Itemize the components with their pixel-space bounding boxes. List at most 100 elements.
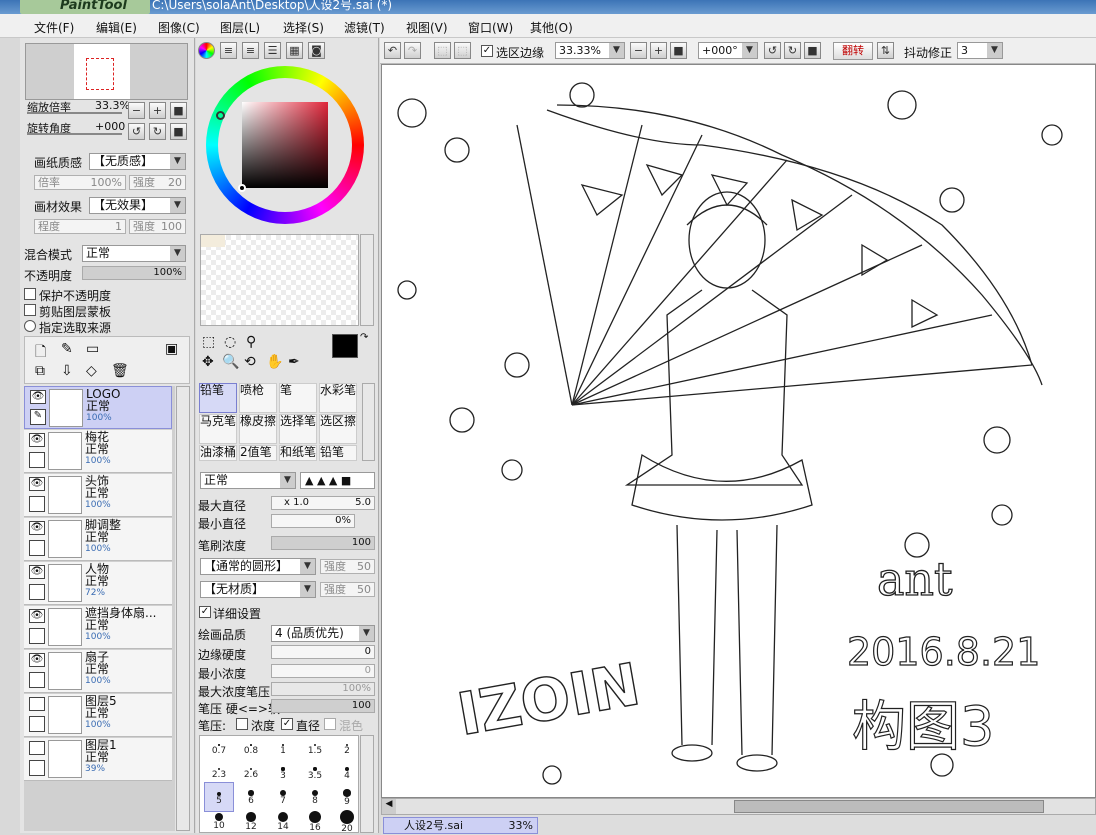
flip-button[interactable]: 翻转 (833, 42, 873, 60)
menu-other[interactable]: 其他(O) (530, 19, 573, 36)
layer-row[interactable]: 👁 梅花 正常 100% (24, 430, 172, 473)
zoom-select[interactable]: 33.33% (555, 42, 625, 59)
flip-vertical-icon[interactable]: ⇅ (877, 42, 894, 59)
protect-opacity-checkbox[interactable] (24, 288, 36, 300)
detail-checkbox[interactable]: ✓ (199, 606, 211, 618)
brush-eraser[interactable]: 橡皮擦 (239, 414, 277, 444)
menu-layer[interactable]: 图层(L) (220, 19, 260, 36)
rotate-reset-button[interactable]: ■ (170, 123, 187, 140)
selection-source-radio[interactable] (24, 320, 36, 332)
rect-select-icon[interactable]: ⬚ (202, 334, 215, 350)
layer-link-box[interactable] (29, 628, 45, 644)
color-wheel-tab-icon[interactable] (198, 42, 215, 59)
visibility-toggle[interactable] (29, 741, 45, 755)
document-tab[interactable]: 人设2号.sai 33% (383, 817, 538, 834)
brush-shape-select[interactable]: 【通常的圆形】 (200, 558, 316, 575)
layer-link-box[interactable] (29, 584, 45, 600)
invert-selection-icon[interactable]: ⬚ (454, 42, 471, 59)
brush-airbrush[interactable]: 喷枪 (239, 383, 277, 413)
menu-image[interactable]: 图像(C) (158, 19, 200, 36)
eye-icon[interactable]: 👁 (30, 390, 46, 404)
size-preset-12[interactable]: 12 (236, 806, 266, 832)
paper-texture-select[interactable]: 【无质感】 (89, 153, 186, 170)
menu-filter[interactable]: 滤镜(T) (344, 19, 385, 36)
magic-wand-icon[interactable]: ⚲ (246, 334, 256, 350)
size-preset-14[interactable]: 14 (268, 806, 298, 832)
scratchpad-tab-icon[interactable]: ◙ (308, 42, 325, 59)
scratchpad-scrollbar[interactable] (360, 234, 374, 326)
navigator-preview[interactable] (25, 43, 188, 100)
layer-row[interactable]: 👁 扇子 正常 100% (24, 650, 172, 693)
layer-link-box[interactable] (29, 716, 45, 732)
layer-list-scrollbar[interactable] (176, 386, 190, 831)
eyedropper-icon[interactable]: ✒ (288, 354, 300, 370)
brush-pencil30[interactable]: 铅笔30 (319, 445, 357, 461)
size-preset-16[interactable]: 16 (300, 806, 330, 832)
layer-link-box[interactable] (29, 540, 45, 556)
brush-mode-select[interactable]: 正常 (200, 472, 296, 489)
clear-layer-icon[interactable]: ◇ (86, 363, 97, 379)
zoom-reset-button[interactable]: ■ (170, 102, 187, 119)
drawing-canvas[interactable]: ant 2016.8.21 构图3 IZOIN (381, 64, 1096, 798)
layer-link-box[interactable] (29, 760, 45, 776)
size-preset-scrollbar[interactable] (360, 735, 374, 833)
layer-row[interactable]: 图层5 正常 100% (24, 694, 172, 737)
edge-slider[interactable]: 0 (271, 645, 375, 659)
rotate-right-button[interactable]: ↻ (149, 123, 166, 140)
swatch-tab-icon[interactable]: ☰ (264, 42, 281, 59)
scroll-thumb[interactable] (734, 800, 1044, 813)
delete-layer-icon[interactable]: 🗑 (111, 363, 129, 379)
eye-icon[interactable]: 👁 (29, 477, 45, 491)
undo-icon[interactable]: ↶ (384, 42, 401, 59)
texture-strength[interactable]: 强度 50 (320, 582, 375, 597)
hsv-slider-tab-icon[interactable]: ≡ (242, 42, 259, 59)
max-size-slider[interactable]: x 1.0 5.0 (271, 496, 375, 510)
brush-pencil[interactable]: 铅笔 (199, 383, 237, 413)
menu-file[interactable]: 文件(F) (34, 19, 74, 36)
merge-down-icon[interactable]: ⇩ (61, 363, 73, 379)
swap-colors-icon[interactable]: ↷ (360, 332, 368, 343)
brush-select-eraser[interactable]: 选区擦 (319, 414, 357, 444)
brush-grid-scrollbar[interactable] (362, 383, 375, 461)
min-size-slider[interactable]: 0% (271, 514, 355, 528)
density-slider[interactable]: 100 (271, 536, 375, 550)
pressure-slider[interactable]: 100 (271, 699, 375, 713)
paper-effect-degree[interactable]: 程度 1 (34, 219, 126, 234)
visibility-toggle[interactable] (29, 697, 45, 711)
brush-shape-buttons[interactable]: ▲ ▲ ▲ ■ (300, 472, 375, 489)
rotation-select[interactable]: +000° (698, 42, 758, 59)
layer-row[interactable]: 👁 人物 正常 72% (24, 562, 172, 605)
brush-washi[interactable]: 和纸笔 (279, 445, 317, 461)
shape-strength[interactable]: 强度 50 (320, 559, 375, 574)
brush-pen[interactable]: 笔 (279, 383, 317, 413)
selection-edge-checkbox[interactable]: ✓ (481, 45, 493, 57)
size-preset-10[interactable]: 10 (204, 806, 234, 832)
copy-layer-icon[interactable]: ⧉ (35, 363, 45, 379)
color-marker[interactable] (238, 184, 246, 192)
brush-binary[interactable]: 2值笔 (239, 445, 277, 461)
stabilizer-select[interactable]: 3 (957, 42, 1003, 59)
canvas-rotate-right-button[interactable]: ↻ (784, 42, 801, 59)
new-layer-icon[interactable]: 🗋 (35, 341, 46, 365)
eye-icon[interactable]: 👁 (29, 565, 45, 579)
max-pressure-slider[interactable]: 100% (271, 682, 375, 696)
primary-color-swatch[interactable] (332, 334, 358, 358)
canvas-rotate-reset-button[interactable]: ■ (804, 42, 821, 59)
lasso-icon[interactable]: ◌ (224, 334, 236, 350)
move-icon[interactable]: ✥ (202, 354, 214, 370)
menu-window[interactable]: 窗口(W) (468, 19, 513, 36)
layer-row[interactable]: 👁 头饰 正常 100% (24, 474, 172, 517)
menu-select[interactable]: 选择(S) (283, 19, 324, 36)
layer-link-box[interactable] (29, 452, 45, 468)
clip-group-checkbox[interactable] (24, 304, 36, 316)
saturation-value-square[interactable] (242, 102, 328, 188)
layer-row[interactable]: 图层1 正常 39% (24, 738, 172, 781)
pressure-blend-checkbox[interactable] (324, 718, 336, 730)
brush-bucket[interactable]: 油漆桶 (199, 445, 237, 461)
layer-row[interactable]: 👁 脚调整 正常 100% (24, 518, 172, 561)
rotate-left-button[interactable]: ↺ (128, 123, 145, 140)
brush-select-pen[interactable]: 选择笔 (279, 414, 317, 444)
layer-mask-icon[interactable]: ▣ (165, 341, 178, 357)
hue-marker[interactable] (216, 111, 225, 120)
paper-effect-select[interactable]: 【无效果】 (89, 197, 186, 214)
